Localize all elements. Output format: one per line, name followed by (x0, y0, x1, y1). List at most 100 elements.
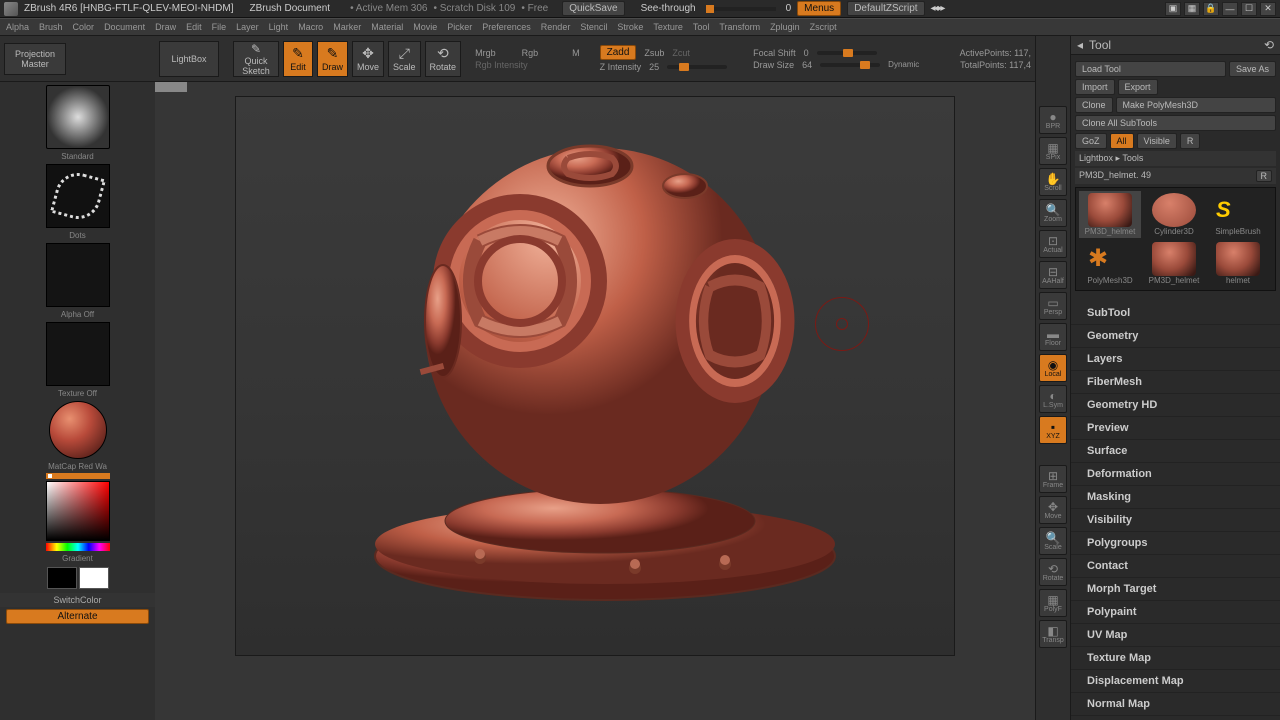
stroke-swatch[interactable] (46, 164, 110, 228)
section-polypaint[interactable]: Polypaint (1071, 601, 1280, 624)
nav-local[interactable]: ◉Local (1039, 354, 1067, 382)
menu-alpha[interactable]: Alpha (6, 22, 29, 32)
viewport[interactable] (235, 96, 955, 656)
close-button[interactable]: ✕ (1260, 2, 1276, 16)
switchcolor-button[interactable]: SwitchColor (0, 593, 155, 607)
section-displacement-map[interactable]: Displacement Map (1071, 670, 1280, 693)
zintensity-slider[interactable] (667, 65, 727, 69)
menu-preferences[interactable]: Preferences (482, 22, 531, 32)
back-icon[interactable]: ◂ (1077, 38, 1083, 52)
menu-file[interactable]: File (212, 22, 227, 32)
section-morph-target[interactable]: Morph Target (1071, 578, 1280, 601)
export-button[interactable]: Export (1118, 79, 1158, 95)
nav-arrows-icon[interactable]: ◂◂ ▸▸ (931, 3, 944, 14)
menu-document[interactable]: Document (104, 22, 145, 32)
make-polymesh-button[interactable]: Make PolyMesh3D (1116, 97, 1276, 113)
section-visibility[interactable]: Visibility (1071, 509, 1280, 532)
nav-transp[interactable]: ◧Transp (1039, 620, 1067, 648)
menu-macro[interactable]: Macro (298, 22, 323, 32)
current-tool-field[interactable]: PM3D_helmet. 49R (1075, 168, 1276, 184)
nav-persp[interactable]: ▭Persp (1039, 292, 1067, 320)
menu-marker[interactable]: Marker (333, 22, 361, 32)
alpha-swatch[interactable] (46, 243, 110, 307)
menu-picker[interactable]: Picker (447, 22, 472, 32)
section-fibermesh[interactable]: FiberMesh (1071, 371, 1280, 394)
nav-lsym[interactable]: ◐L.Sym (1039, 385, 1067, 413)
section-contact[interactable]: Contact (1071, 555, 1280, 578)
tool-item-simplebrush[interactable]: SSimpleBrush (1207, 191, 1269, 238)
minimize-button[interactable]: — (1222, 2, 1238, 16)
section-layers[interactable]: Layers (1071, 348, 1280, 371)
nav-move[interactable]: ✥Move (1039, 496, 1067, 524)
nav-polyf[interactable]: ▦PolyF (1039, 589, 1067, 617)
move-mode-button[interactable]: ✥Move (352, 41, 384, 77)
default-zscript[interactable]: DefaultZScript (847, 1, 924, 16)
nav-bpr[interactable]: ●BPR (1039, 106, 1067, 134)
menu-transform[interactable]: Transform (719, 22, 760, 32)
section-texture-map[interactable]: Texture Map (1071, 647, 1280, 670)
rgb-button[interactable]: Rgb (522, 48, 539, 58)
section-normal-map[interactable]: Normal Map (1071, 693, 1280, 716)
zcut-button[interactable]: Zcut (672, 48, 690, 58)
menu-movie[interactable]: Movie (413, 22, 437, 32)
goz-all-button[interactable]: All (1110, 133, 1134, 149)
material-swatch[interactable] (49, 401, 107, 459)
nav-rotate[interactable]: ⟲Rotate (1039, 558, 1067, 586)
menu-tool[interactable]: Tool (693, 22, 710, 32)
goz-visible-button[interactable]: Visible (1137, 133, 1177, 149)
tool-item-polymesh3d[interactable]: ✱PolyMesh3D (1079, 240, 1141, 287)
edit-mode-button[interactable]: ✎Edit (283, 41, 313, 77)
brush-swatch[interactable] (46, 85, 110, 149)
nav-floor[interactable]: ▬Floor (1039, 323, 1067, 351)
menu-edit[interactable]: Edit (186, 22, 202, 32)
menu-material[interactable]: Material (371, 22, 403, 32)
lightbox-button[interactable]: LightBox (159, 41, 219, 77)
drawsize-slider[interactable] (820, 63, 880, 67)
clone-button[interactable]: Clone (1075, 97, 1113, 113)
dock-icon[interactable]: ▣ (1165, 2, 1181, 16)
section-polygroups[interactable]: Polygroups (1071, 532, 1280, 555)
load-tool-button[interactable]: Load Tool (1075, 61, 1226, 77)
section-subtool[interactable]: SubTool (1071, 302, 1280, 325)
section-surface[interactable]: Surface (1071, 440, 1280, 463)
menu-light[interactable]: Light (269, 22, 289, 32)
menu-stroke[interactable]: Stroke (617, 22, 643, 32)
section-geometry-hd[interactable]: Geometry HD (1071, 394, 1280, 417)
menu-texture[interactable]: Texture (653, 22, 683, 32)
m-button[interactable]: M (572, 48, 580, 58)
section-masking[interactable]: Masking (1071, 486, 1280, 509)
maximize-button[interactable]: ☐ (1241, 2, 1257, 16)
section-deformation[interactable]: Deformation (1071, 463, 1280, 486)
goz-button[interactable]: GoZ (1075, 133, 1107, 149)
quicksketch-button[interactable]: ✎Quick Sketch (233, 41, 279, 77)
refresh-icon[interactable]: ⟲ (1264, 38, 1274, 52)
focal-slider[interactable] (817, 51, 877, 55)
scale-mode-button[interactable]: ⤢Scale (388, 41, 421, 77)
lightbox-tools-button[interactable]: Lightbox ▸ Tools (1075, 151, 1276, 166)
menu-color[interactable]: Color (73, 22, 95, 32)
rotate-mode-button[interactable]: ⟲Rotate (425, 41, 462, 77)
projection-master-button[interactable]: Projection Master (4, 43, 66, 75)
quicksave-button[interactable]: QuickSave (562, 1, 624, 16)
menu-brush[interactable]: Brush (39, 22, 63, 32)
tool-item-pm3d_helmet[interactable]: PM3D_helmet (1079, 191, 1141, 238)
nav-zoom[interactable]: 🔍Zoom (1039, 199, 1067, 227)
color-black[interactable] (47, 567, 77, 589)
goz-r-button[interactable]: R (1180, 133, 1201, 149)
section-geometry[interactable]: Geometry (1071, 325, 1280, 348)
draw-mode-button[interactable]: ✎Draw (317, 41, 348, 77)
nav-spix[interactable]: ▦SPix (1039, 137, 1067, 165)
menu-zplugin[interactable]: Zplugin (770, 22, 800, 32)
texture-swatch[interactable] (46, 322, 110, 386)
nav-xyz[interactable]: ▪XYZ (1039, 416, 1067, 444)
zsub-button[interactable]: Zsub (644, 48, 664, 58)
lock-icon[interactable]: 🔒 (1203, 2, 1219, 16)
section-uv-map[interactable]: UV Map (1071, 624, 1280, 647)
nav-actual[interactable]: ⊡Actual (1039, 230, 1067, 258)
nav-aahalf[interactable]: ⊟AAHalf (1039, 261, 1067, 289)
clone-all-button[interactable]: Clone All SubTools (1075, 115, 1276, 131)
color-white[interactable] (79, 567, 109, 589)
section-preview[interactable]: Preview (1071, 417, 1280, 440)
nav-frame[interactable]: ⊞Frame (1039, 465, 1067, 493)
nav-scale[interactable]: 🔍Scale (1039, 527, 1067, 555)
